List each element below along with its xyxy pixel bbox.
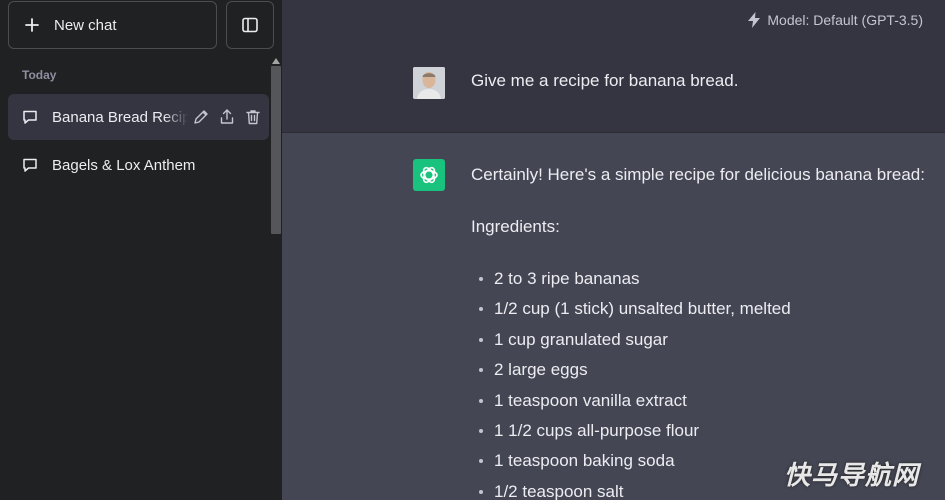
trash-icon[interactable] xyxy=(244,108,262,126)
chat-bubble-icon xyxy=(23,158,37,172)
new-chat-label: New chat xyxy=(54,16,117,34)
chat-item-banana-bread[interactable]: Banana Bread Recipe xyxy=(8,94,269,140)
sidebar: New chat Today Banana Bread Recipe Bagel… xyxy=(0,0,282,500)
plus-icon xyxy=(25,18,39,32)
scroll-up-arrow-icon[interactable] xyxy=(272,58,280,64)
bolt-icon xyxy=(748,12,761,28)
chat-bubble-icon xyxy=(23,110,37,124)
ingredients-heading: Ingredients: xyxy=(471,217,560,236)
list-item: 1 1/2 cups all-purpose flour xyxy=(471,421,941,451)
sidebar-toggle-button[interactable] xyxy=(226,1,274,49)
user-message-row: Give me a recipe for banana bread. xyxy=(282,40,945,133)
edit-icon[interactable] xyxy=(192,108,210,126)
model-label: Model: Default (GPT-3.5) xyxy=(767,12,923,28)
section-label-today: Today xyxy=(22,68,57,82)
list-item: 1 teaspoon vanilla extract xyxy=(471,391,941,421)
share-icon[interactable] xyxy=(218,108,236,126)
chat-item-bagels-lox[interactable]: Bagels & Lox Anthem xyxy=(8,142,269,188)
main-panel: Model: Default (GPT-3.5) Give me a recip… xyxy=(282,0,945,500)
avatar xyxy=(413,67,445,99)
assistant-message-row: Certainly! Here's a simple recipe for de… xyxy=(282,133,945,500)
openai-logo-icon xyxy=(413,159,445,191)
chat-item-title: Bagels & Lox Anthem xyxy=(52,156,196,174)
watermark: 快马导航网 xyxy=(783,460,919,490)
list-item: 2 to 3 ripe bananas xyxy=(471,269,941,299)
list-item: 1 cup granulated sugar xyxy=(471,330,941,360)
assistant-message-text: Certainly! Here's a simple recipe for de… xyxy=(471,165,941,500)
user-message-text: Give me a recipe for banana bread. xyxy=(471,71,739,90)
model-bar: Model: Default (GPT-3.5) xyxy=(282,0,945,40)
chat-item-actions xyxy=(192,108,262,126)
sidebar-toggle-icon xyxy=(242,17,258,33)
list-item: 2 large eggs xyxy=(471,360,941,390)
assistant-intro: Certainly! Here's a simple recipe for de… xyxy=(471,165,925,184)
new-chat-button[interactable]: New chat xyxy=(8,1,217,49)
chat-item-title: Banana Bread Recipe xyxy=(52,108,188,126)
list-item: 1/2 cup (1 stick) unsalted butter, melte… xyxy=(471,299,941,329)
sidebar-scrollbar-thumb[interactable] xyxy=(271,66,281,234)
